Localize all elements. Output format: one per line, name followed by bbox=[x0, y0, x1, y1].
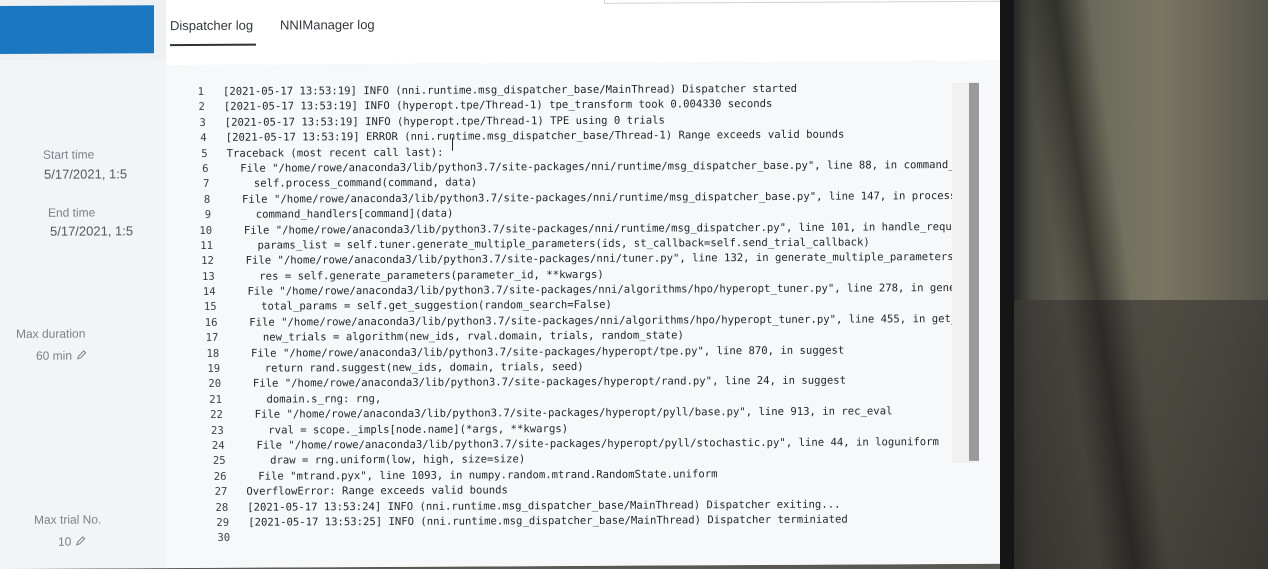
max-duration-field[interactable]: 60 min bbox=[36, 349, 87, 363]
line-number: 11 bbox=[200, 239, 213, 252]
line-number: 6 bbox=[202, 162, 209, 175]
monitor-screen: Start time 5/17/2021, 1:5 End time 5/17/… bbox=[0, 0, 1000, 569]
log-panel: 1 [2021-05-17 13:53:19] INFO (nni.runtime… bbox=[166, 60, 1000, 569]
dispatcher-log-view[interactable]: 1 [2021-05-17 13:53:19] INFO (nni.runtime… bbox=[166, 81, 976, 568]
max-trial-field[interactable]: 10 bbox=[58, 535, 86, 549]
line-number: 14 bbox=[202, 285, 216, 299]
log-text: OverflowError: Range exceeds valid bound… bbox=[246, 484, 508, 498]
log-text: rval = scope._impls[node.name](*args, **… bbox=[242, 422, 569, 437]
line-number: 16 bbox=[204, 316, 218, 329]
edit-pen-icon[interactable] bbox=[75, 536, 86, 547]
active-tab-indicator bbox=[170, 43, 256, 47]
top-toolbar-edge bbox=[604, 0, 1000, 4]
start-time-value: 5/17/2021, 1:5 bbox=[44, 166, 128, 182]
tab-nnimanager-log[interactable]: NNIManager log bbox=[280, 17, 375, 32]
line-number: 17 bbox=[205, 332, 219, 345]
tab-dispatcher-log[interactable]: Dispatcher log bbox=[170, 18, 253, 33]
line-number: 28 bbox=[215, 501, 229, 514]
line-number: 9 bbox=[204, 209, 212, 222]
line-number: 29 bbox=[216, 516, 230, 529]
line-number: 8 bbox=[203, 193, 211, 206]
line-number: 24 bbox=[211, 439, 225, 452]
monitor-frame-edge bbox=[1000, 0, 1014, 569]
experiment-summary-panel: Start time 5/17/2021, 1:5 End time 5/17/… bbox=[0, 59, 167, 569]
line-number: 12 bbox=[201, 255, 214, 268]
log-line: 30 bbox=[192, 527, 976, 546]
text-cursor bbox=[452, 137, 453, 151]
line-number: 1 bbox=[197, 85, 204, 98]
line-number: 30 bbox=[217, 532, 231, 545]
log-text: Traceback (most recent call last): bbox=[226, 146, 444, 160]
line-number: 7 bbox=[203, 178, 210, 191]
line-number: 10 bbox=[199, 224, 213, 237]
line-number: 21 bbox=[209, 393, 222, 406]
line-number: 20 bbox=[208, 378, 222, 391]
monitor-bezel-background bbox=[1000, 0, 1268, 569]
line-number: 19 bbox=[207, 362, 221, 375]
log-text: domain.s_rng: rng, bbox=[241, 392, 382, 406]
line-number: 18 bbox=[206, 347, 220, 360]
edit-pen-icon[interactable] bbox=[76, 350, 87, 361]
log-text: draw = rng.uniform(low, high, size=size) bbox=[244, 453, 526, 468]
end-time-value: 5/17/2021, 1:5 bbox=[50, 223, 134, 239]
line-number: 27 bbox=[214, 485, 228, 499]
log-scrollbar-thumb[interactable] bbox=[969, 82, 979, 461]
line-number: 22 bbox=[210, 409, 223, 422]
line-number: 2 bbox=[198, 101, 205, 114]
log-text: command_handlers[command](data) bbox=[230, 207, 454, 221]
line-number: 3 bbox=[199, 116, 206, 129]
line-number: 15 bbox=[203, 301, 217, 314]
max-trial-label: Max trial No. bbox=[34, 512, 102, 527]
max-duration-value: 60 min bbox=[36, 348, 73, 363]
log-text: return rand.suggest(new_ids, domain, tri… bbox=[239, 360, 584, 375]
line-number: 23 bbox=[211, 424, 224, 437]
brand-bar bbox=[0, 5, 154, 55]
max-duration-label: Max duration bbox=[16, 326, 86, 341]
start-time-label: Start time bbox=[43, 147, 95, 162]
max-trial-value: 10 bbox=[58, 534, 72, 549]
line-number: 13 bbox=[202, 270, 215, 283]
log-text: self.process_command(command, data) bbox=[228, 176, 478, 191]
line-number: 25 bbox=[212, 455, 226, 468]
line-number: 5 bbox=[201, 147, 208, 160]
log-tabs-header: Dispatcher log NNIManager log bbox=[166, 0, 1000, 67]
end-time-label: End time bbox=[48, 205, 96, 220]
line-number: 26 bbox=[213, 470, 227, 483]
line-number: 4 bbox=[200, 132, 207, 145]
